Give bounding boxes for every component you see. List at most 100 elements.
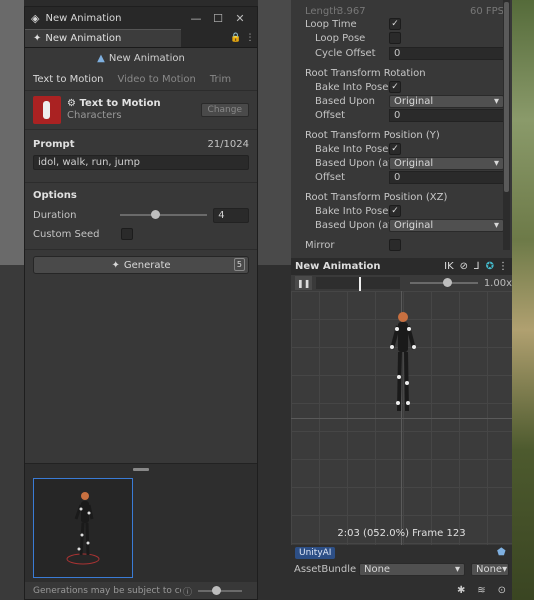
posxz-based-dropdown[interactable]: Original ▾: [389, 218, 504, 232]
posy-offset-field[interactable]: 0: [389, 170, 504, 184]
animation-preview-title: New Animation: [295, 261, 381, 272]
generate-button[interactable]: ✦ Generate 5: [33, 256, 249, 274]
sparkle-icon: ✦: [111, 259, 120, 271]
posy-offset-label: Offset: [315, 171, 346, 183]
assetbundle-value: None: [364, 564, 391, 575]
model-category: Characters: [67, 110, 122, 121]
asset-labels-bar: UnityAI ⬟ AssetBundle None ▾ None ▾ ✱ ≋ ⊙: [291, 545, 512, 600]
rot-based-value: Original: [394, 95, 434, 107]
background-scene: [258, 0, 291, 265]
loop-time-checkbox[interactable]: [389, 18, 401, 30]
rot-bake-checkbox[interactable]: [389, 81, 401, 93]
label-icon[interactable]: ⬟: [497, 547, 506, 558]
variant-dropdown[interactable]: None ▾: [471, 563, 509, 576]
generate-label: Generate: [123, 259, 171, 271]
more-menu-icon[interactable]: ⋮: [498, 261, 508, 272]
dropdown-arrow-icon: ▾: [493, 157, 499, 169]
dropdown-arrow-icon: ▾: [454, 564, 460, 575]
unity-ai-icon: ▲: [97, 52, 105, 64]
maximize-icon[interactable]: ☐: [207, 12, 229, 25]
sparkle-icon: ✦: [33, 33, 42, 44]
loop-pose-checkbox[interactable]: [389, 32, 401, 44]
posxz-based-label: Based Upon (at St: [315, 219, 389, 231]
ik-toggle[interactable]: IK: [444, 261, 454, 272]
inspector-scrollbar[interactable]: [503, 0, 510, 250]
close-icon[interactable]: ✕: [229, 12, 251, 25]
animation-preview-viewport[interactable]: 2:03 (052.0%) Frame 123: [291, 291, 512, 545]
length-value: 3.967: [337, 5, 366, 17]
panel-header: ▲ New Animation: [25, 48, 257, 68]
prompt-label: Prompt: [33, 138, 75, 150]
change-model-button[interactable]: Change: [200, 103, 249, 117]
lock-icon[interactable]: 🔒: [229, 29, 243, 47]
rot-offset-field[interactable]: 0: [389, 108, 504, 122]
rot-based-dropdown[interactable]: Original ▾: [389, 94, 504, 108]
custom-seed-checkbox[interactable]: [121, 228, 133, 240]
mode-tabs: Text to Motion Video to Motion Trim: [25, 68, 257, 91]
pause-button[interactable]: ❚❚: [295, 276, 313, 290]
avatar-icon[interactable]: ✪: [486, 261, 494, 272]
playback-speed: 1.00x: [483, 277, 512, 289]
prompt-header: Prompt 21/1024: [25, 134, 257, 154]
timeline-scrubber[interactable]: [316, 277, 400, 291]
model-selector: ⚙ Text to Motion Characters Change: [25, 91, 257, 130]
tab-new-animation[interactable]: ✦ New Animation: [25, 29, 181, 47]
playhead[interactable]: [359, 277, 362, 291]
resize-handle[interactable]: [133, 468, 149, 471]
cycle-offset-field[interactable]: 0: [389, 46, 504, 60]
scale-icon[interactable]: ⅃: [474, 261, 480, 272]
frame-info: 2:03 (052.0%) Frame 123: [337, 528, 466, 539]
thumbnail-size-slider[interactable]: [198, 586, 243, 595]
bug-icon[interactable]: ✱: [457, 585, 465, 596]
section-root-rotation: Root Transform Rotation: [305, 67, 426, 79]
pivot-icon[interactable]: ⊘: [460, 261, 468, 272]
section-root-position-xz: Root Transform Position (XZ): [305, 191, 448, 203]
panel-header-title: New Animation: [108, 52, 185, 64]
animation-preview-toolbar: New Animation IK ⊘ ⅃ ✪ ⋮: [291, 258, 512, 275]
fps-value: 60 FPS: [469, 5, 504, 17]
window-title: New Animation: [45, 12, 122, 24]
tab-label: New Animation: [45, 33, 122, 44]
posxz-bake-label: Bake Into Pose: [315, 205, 389, 217]
dropdown-arrow-icon: ▾: [493, 95, 499, 107]
custom-seed-label: Custom Seed: [33, 228, 100, 240]
duration-slider-knob[interactable]: [151, 210, 161, 219]
asset-label-tag[interactable]: UnityAI: [295, 547, 336, 559]
background-scene: [0, 0, 24, 265]
posy-based-dropdown[interactable]: Original ▾: [389, 156, 504, 170]
layers-icon[interactable]: ≋: [477, 585, 485, 596]
footer-text: Generations may be subject to co...: [33, 586, 181, 596]
more-menu-icon[interactable]: ⋮: [243, 29, 257, 47]
footer-disclaimer: Generations may be subject to co... ⓘ: [25, 583, 257, 599]
prompt-input[interactable]: idol, walk, run, jump: [33, 154, 249, 170]
assetbundle-label: AssetBundle: [294, 564, 357, 575]
assetbundle-dropdown[interactable]: None ▾: [359, 563, 465, 576]
cycle-offset-label: Cycle Offset: [315, 47, 376, 59]
inspector-panel: Length 3.967 60 FPS Loop Time Loop Pose …: [291, 0, 512, 600]
posxz-bake-checkbox[interactable]: [389, 205, 401, 217]
cycle-offset-row: Cycle Offset 0: [315, 46, 504, 60]
playback-bar: ❚❚ 1.00x: [291, 275, 512, 291]
new-animation-window: ◈ New Animation — ☐ ✕ ✦ New Animation 🔒 …: [24, 6, 258, 600]
generation-gallery: [25, 463, 257, 582]
generation-thumbnail[interactable]: [33, 478, 133, 578]
window-titlebar[interactable]: ◈ New Animation — ☐ ✕: [25, 7, 257, 29]
model-icon: ⚙: [67, 98, 76, 109]
window-tabbar: ✦ New Animation 🔒 ⋮: [25, 29, 257, 48]
check-circle-icon[interactable]: ⊙: [498, 585, 506, 596]
background-scene-dark: [0, 265, 24, 600]
posy-based-value: Original: [394, 157, 434, 169]
info-icon[interactable]: ⓘ: [183, 585, 192, 598]
tab-trim[interactable]: Trim: [210, 74, 231, 85]
mirror-checkbox[interactable]: [389, 239, 401, 251]
minimize-icon[interactable]: —: [185, 12, 207, 25]
posy-bake-checkbox[interactable]: [389, 143, 401, 155]
speed-slider[interactable]: [409, 278, 478, 287]
duration-slider[interactable]: [120, 210, 208, 219]
tab-text-to-motion[interactable]: Text to Motion: [33, 74, 104, 85]
tab-video-to-motion[interactable]: Video to Motion: [118, 74, 196, 85]
rot-based-label: Based Upon: [315, 95, 375, 107]
length-label: Length: [305, 5, 340, 17]
posy-based-label: Based Upon (at St: [315, 157, 389, 169]
duration-field[interactable]: 4: [213, 207, 249, 223]
